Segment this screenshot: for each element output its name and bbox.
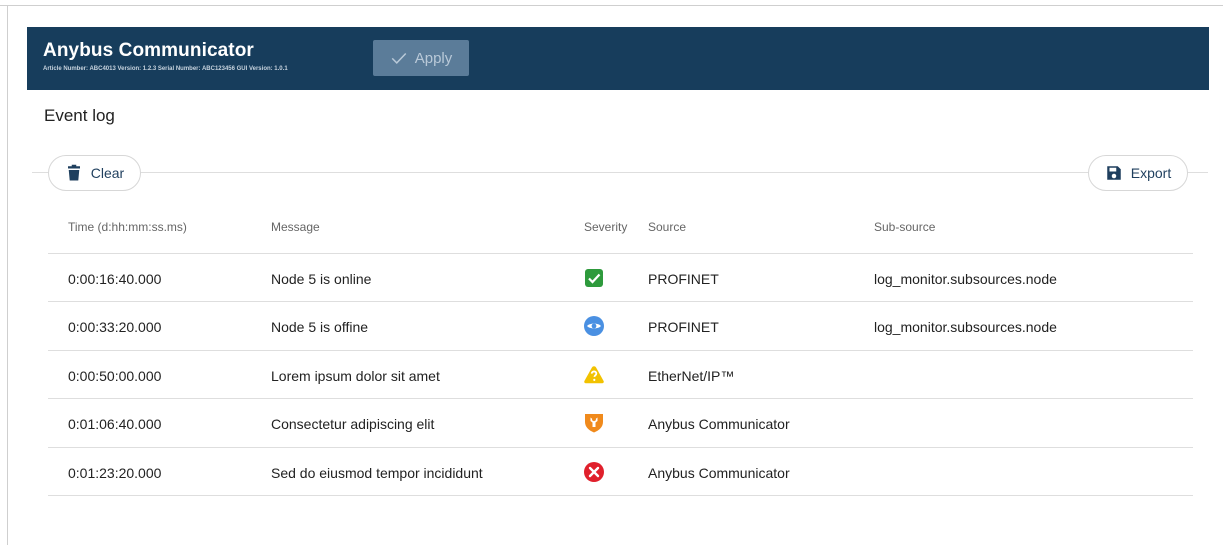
table-divider bbox=[48, 495, 1193, 496]
table-row[interactable]: 0:00:16:40.000 Node 5 is online PROFINET… bbox=[48, 254, 1193, 302]
apply-button[interactable]: Apply bbox=[373, 40, 469, 76]
clear-button[interactable]: Clear bbox=[48, 155, 141, 191]
trash-icon bbox=[67, 164, 80, 181]
frame-left-border bbox=[7, 5, 8, 545]
toolbar-divider bbox=[32, 172, 1208, 173]
time-cell: 0:00:50:00.000 bbox=[68, 368, 162, 384]
table-row[interactable]: 0:00:50:00.000 Lorem ipsum dolor sit ame… bbox=[48, 351, 1193, 399]
table-row[interactable]: 0:01:23:20.000 Sed do eiusmod tempor inc… bbox=[48, 448, 1193, 496]
time-cell: 0:01:23:20.000 bbox=[68, 465, 162, 481]
warning-triangle-icon bbox=[584, 366, 604, 384]
message-cell: Node 5 is online bbox=[271, 271, 372, 287]
column-header-message[interactable]: Message bbox=[271, 220, 320, 234]
time-cell: 0:01:06:40.000 bbox=[68, 416, 162, 432]
message-cell: Consectetur adipiscing elit bbox=[271, 416, 435, 432]
column-header-time[interactable]: Time (d:hh:mm:ss.ms) bbox=[68, 220, 187, 234]
subsource-cell: log_monitor.subsources.node bbox=[874, 319, 1057, 335]
time-cell: 0:00:16:40.000 bbox=[68, 271, 162, 287]
time-cell: 0:00:33:20.000 bbox=[68, 319, 162, 335]
message-cell: Lorem ipsum dolor sit amet bbox=[271, 368, 440, 384]
source-cell: Anybus Communicator bbox=[648, 416, 790, 432]
source-cell: PROFINET bbox=[648, 271, 719, 287]
app-header: Anybus Communicator Article Number: ABC4… bbox=[27, 27, 1209, 90]
source-cell: PROFINET bbox=[648, 319, 719, 335]
export-button[interactable]: Export bbox=[1088, 155, 1188, 191]
error-circle-icon bbox=[584, 462, 604, 482]
info-eye-icon bbox=[584, 316, 604, 336]
clear-button-label: Clear bbox=[90, 165, 125, 181]
table-row[interactable]: 0:01:06:40.000 Consectetur adipiscing el… bbox=[48, 399, 1193, 447]
device-info: Article Number: ABC4013 Version: 1.2.3 S… bbox=[43, 66, 288, 72]
success-check-icon bbox=[585, 269, 603, 287]
column-header-subsource[interactable]: Sub-source bbox=[874, 220, 935, 234]
source-cell: Anybus Communicator bbox=[648, 465, 790, 481]
table-row[interactable]: 0:00:33:20.000 Node 5 is offine PROFINET… bbox=[48, 302, 1193, 350]
check-icon bbox=[391, 52, 407, 64]
message-cell: Sed do eiusmod tempor incididunt bbox=[271, 465, 483, 481]
source-cell: EtherNet/IP™ bbox=[648, 368, 735, 384]
app-title: Anybus Communicator bbox=[43, 40, 254, 61]
apply-button-label: Apply bbox=[414, 49, 453, 67]
subsource-cell: log_monitor.subsources.node bbox=[874, 271, 1057, 287]
export-button-label: Export bbox=[1130, 165, 1172, 181]
frame-top-border bbox=[0, 5, 1223, 6]
wrench-shield-icon bbox=[585, 414, 603, 433]
column-header-source[interactable]: Source bbox=[648, 220, 686, 234]
save-icon bbox=[1107, 166, 1121, 180]
message-cell: Node 5 is offine bbox=[271, 319, 369, 335]
column-header-severity[interactable]: Severity bbox=[584, 220, 627, 234]
page-title: Event log bbox=[44, 106, 115, 125]
